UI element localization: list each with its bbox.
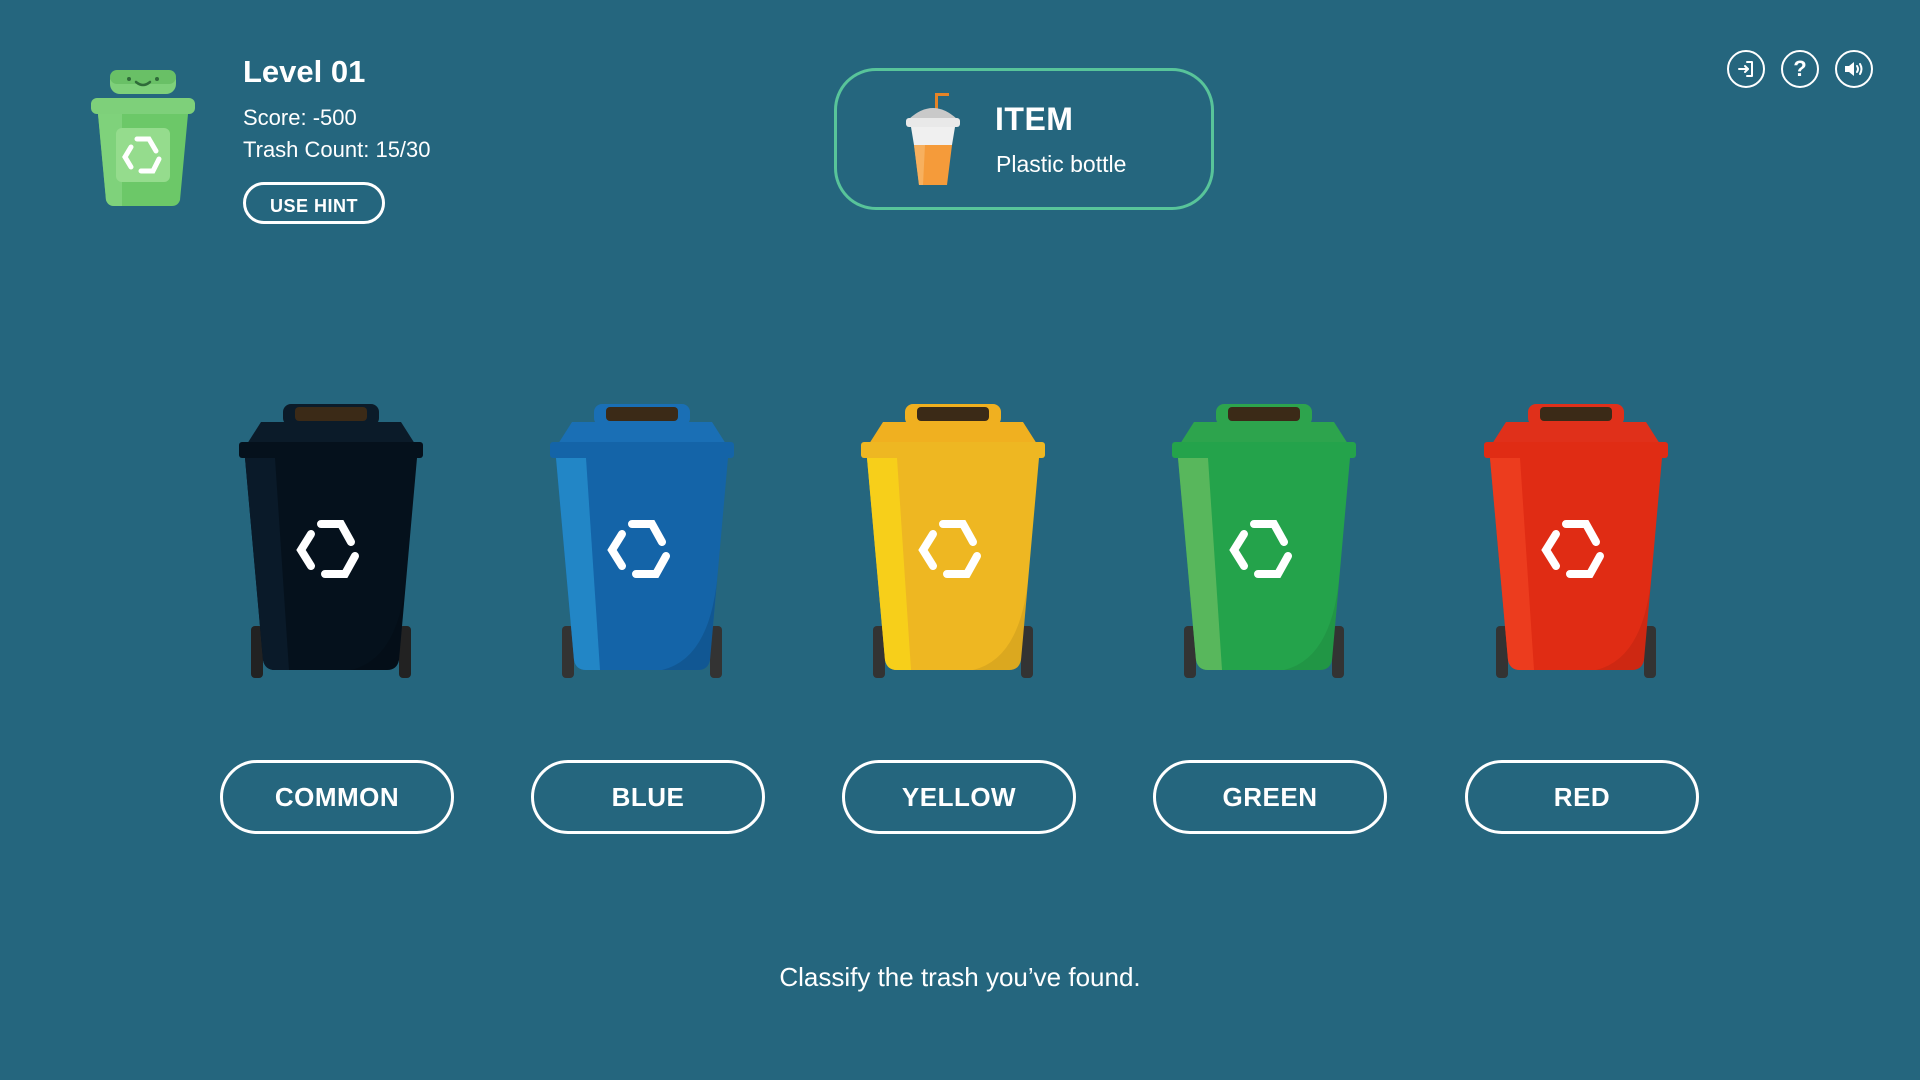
bin-body — [1172, 404, 1356, 678]
game-screen: Level 01 Score: -500 Trash Count: 15/30 … — [0, 0, 1920, 1080]
level-title: Level 01 — [243, 54, 366, 89]
blue-bin[interactable] — [542, 398, 742, 688]
yellow-bin[interactable] — [853, 398, 1053, 688]
trash-count-text: Trash Count: 15/30 — [243, 137, 431, 162]
help-icon: ? — [1793, 56, 1807, 81]
item-card: ITEM Plastic bottle — [834, 68, 1214, 210]
help-button[interactable]: ? — [1781, 50, 1819, 88]
common-button[interactable]: COMMON — [220, 760, 454, 834]
exit-button[interactable] — [1727, 50, 1765, 88]
bin-body — [239, 404, 423, 678]
player-info: Level 01 Score: -500 Trash Count: 15/30 … — [243, 54, 431, 224]
common-bin[interactable] — [231, 398, 431, 688]
exit-icon — [1738, 61, 1753, 77]
plastic-cup-icon — [906, 93, 960, 185]
bin-body — [861, 404, 1045, 678]
recycle-bin-mascot-icon — [91, 70, 195, 206]
item-label: ITEM — [995, 101, 1074, 137]
green-button[interactable]: GREEN — [1153, 760, 1387, 834]
instruction-text: Classify the trash you’ve found. — [779, 962, 1141, 992]
use-hint-button[interactable]: USE HINT — [243, 182, 386, 224]
sound-icon — [1845, 62, 1863, 76]
green-bin[interactable] — [1164, 398, 1364, 688]
item-name: Plastic bottle — [996, 151, 1127, 177]
blue-button[interactable]: BLUE — [531, 760, 765, 834]
bin-body — [550, 404, 734, 678]
bin-body — [1484, 404, 1668, 678]
yellow-button[interactable]: YELLOW — [842, 760, 1076, 834]
score-text: Score: -500 — [243, 105, 357, 130]
sound-button[interactable] — [1835, 50, 1873, 88]
red-button[interactable]: RED — [1465, 760, 1699, 834]
red-bin[interactable] — [1476, 398, 1676, 688]
